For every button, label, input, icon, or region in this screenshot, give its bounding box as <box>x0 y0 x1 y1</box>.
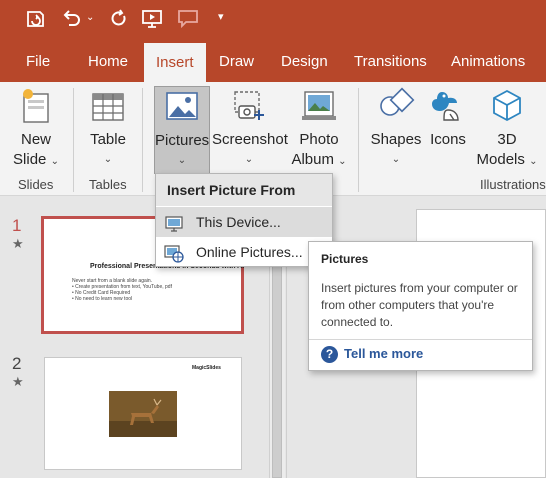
undo-icon[interactable] <box>60 8 84 35</box>
chevron-down-icon: ⌄ <box>50 156 59 167</box>
tab-design[interactable]: Design <box>279 40 330 82</box>
group-divider <box>142 88 143 192</box>
group-label-tables: Tables <box>89 177 127 192</box>
slide-thumbnail-2[interactable]: MagicSlides <box>44 357 242 470</box>
new-slide-icon <box>10 86 62 130</box>
icons-icon <box>427 86 469 130</box>
chevron-down-icon: ⌄ <box>244 154 254 165</box>
group-label-slides: Slides <box>18 177 54 192</box>
slide-logo: MagicSlides <box>192 365 221 371</box>
icons-label: Icons <box>430 131 466 148</box>
undo-dropdown-chevron-icon[interactable]: ⌄ <box>86 12 94 23</box>
chevron-down-icon: ⌄ <box>391 154 401 165</box>
deer-photo <box>109 391 177 437</box>
online-pictures-menu-item[interactable]: Online Pictures... <box>156 237 332 267</box>
3d-models-label-2: Models <box>476 151 525 168</box>
screenshot-button[interactable]: Screenshot ⌄ <box>212 86 288 170</box>
redo-icon[interactable] <box>108 8 130 35</box>
shapes-button[interactable]: Shapes ⌄ <box>370 86 422 170</box>
online-pictures-label: Online Pictures... <box>196 244 303 260</box>
tell-me-more-label: Tell me more <box>344 346 424 361</box>
present-from-start-icon[interactable] <box>140 8 166 35</box>
photo-album-icon <box>287 86 351 130</box>
slide-body: Never start from a blank slide again. • … <box>72 278 172 302</box>
new-slide-button[interactable]: New Slide ⌄ <box>10 86 62 172</box>
tab-animations[interactable]: Animations <box>449 40 527 82</box>
slide-number: 2 <box>12 354 22 373</box>
tooltip-title: Pictures <box>321 252 369 266</box>
star-icon: ★ <box>12 236 24 251</box>
pictures-button[interactable]: Pictures ⌄ <box>154 86 210 174</box>
customize-quick-access-icon[interactable]: ▾ <box>218 10 224 23</box>
tooltip-divider <box>309 339 532 340</box>
online-pictures-icon <box>164 243 184 263</box>
tooltip-body: Insert pictures from your computer or fr… <box>321 281 518 329</box>
3d-models-button[interactable]: 3D Models ⌄ <box>474 86 540 172</box>
tell-me-more-link[interactable]: ? Tell me more <box>321 346 423 363</box>
help-icon: ? <box>321 346 338 363</box>
table-button[interactable]: Table ⌄ <box>86 86 130 170</box>
computer-icon <box>164 213 184 232</box>
pictures-tooltip: Pictures Insert pictures from your compu… <box>308 241 533 371</box>
chevron-down-icon: ⌄ <box>529 156 538 167</box>
tab-file[interactable]: File <box>24 40 52 82</box>
slide-number: 1 <box>12 216 22 235</box>
3d-models-label-1: 3D <box>497 131 517 148</box>
group-divider <box>358 88 359 192</box>
title-bar: ⌄ ▾ <box>0 0 546 40</box>
photo-album-label-1: Photo <box>299 131 339 148</box>
group-divider <box>73 88 74 192</box>
group-label-illustrations: Illustrations <box>480 177 546 192</box>
autosave-icon[interactable] <box>24 8 48 35</box>
star-icon: ★ <box>12 374 24 389</box>
tab-transitions[interactable]: Transitions <box>352 40 429 82</box>
photo-album-button[interactable]: Photo Album ⌄ <box>287 86 351 172</box>
picture-icon <box>155 87 209 131</box>
tab-draw[interactable]: Draw <box>217 40 256 82</box>
shapes-label: Shapes <box>370 131 422 148</box>
ribbon-tabs: File Home Insert Draw Design Transitions… <box>0 40 546 82</box>
this-device-label: This Device... <box>196 214 281 230</box>
screenshot-icon <box>212 86 286 130</box>
pictures-label: Pictures <box>155 132 210 149</box>
screenshot-label: Screenshot <box>212 131 288 148</box>
table-label: Table <box>90 131 126 148</box>
dropdown-title: Insert Picture From <box>156 174 332 206</box>
comment-icon[interactable] <box>176 8 202 35</box>
tab-home[interactable]: Home <box>86 40 130 82</box>
chevron-down-icon: ⌄ <box>177 155 187 166</box>
chevron-down-icon: ⌄ <box>338 156 347 167</box>
icons-button[interactable]: Icons <box>427 86 469 150</box>
table-icon <box>86 86 130 130</box>
photo-album-label-2: Album <box>291 151 334 168</box>
shapes-icon <box>370 86 422 130</box>
chevron-down-icon: ⌄ <box>103 154 113 165</box>
new-slide-label-1: New <box>20 131 51 148</box>
this-device-menu-item[interactable]: This Device... <box>156 207 332 237</box>
tab-insert[interactable]: Insert <box>144 43 206 82</box>
new-slide-label-2: Slide <box>13 151 47 168</box>
cube-icon <box>474 86 540 130</box>
slide-line: • No need to learn new tool <box>72 296 133 302</box>
insert-picture-dropdown: Insert Picture From This Device... Onlin… <box>155 173 333 267</box>
